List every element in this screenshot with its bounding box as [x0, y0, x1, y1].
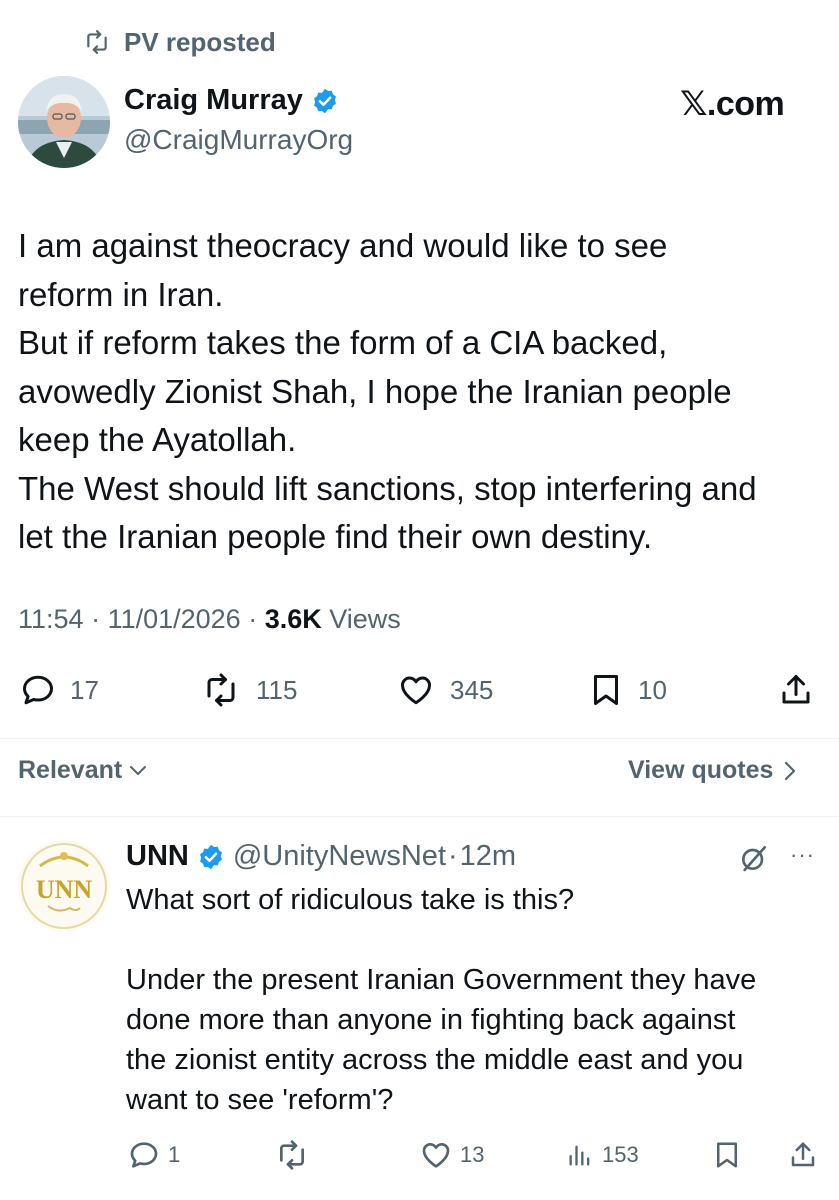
reply-author-name[interactable]: UNN: [126, 840, 189, 873]
meta-separator: ·: [83, 604, 108, 634]
reply-views-count: 153: [602, 1142, 639, 1167]
unn-logo-text: UNN: [36, 875, 93, 904]
reply-repost-button[interactable]: [274, 1138, 318, 1172]
share-icon: [778, 671, 814, 709]
meta-separator: ·: [240, 604, 265, 634]
reply-icon: [20, 672, 56, 708]
chevron-down-icon: [128, 764, 148, 778]
author-name[interactable]: Craig Murray: [124, 84, 303, 117]
divider: [0, 738, 839, 739]
tweet-line: reform in Iran.: [18, 275, 224, 313]
tweet-date[interactable]: 11/01/2026: [108, 604, 241, 634]
divider: [0, 816, 839, 817]
reply-line: the zionist entity across the middle eas…: [126, 1044, 744, 1076]
tweet-meta: 11:54 · 11/01/2026 · 3.6K Views: [18, 604, 401, 635]
more-options-button[interactable]: ···: [790, 842, 815, 868]
view-quotes-link[interactable]: View quotes: [628, 756, 797, 785]
tweet-line: The West should lift sanctions, stop int…: [18, 469, 757, 507]
reply-text: What sort of ridiculous take is this? Un…: [126, 880, 826, 1120]
reply-icon: [128, 1139, 160, 1171]
tweet-line: let the Iranian people find their own de…: [18, 518, 653, 555]
reply-dot: ·: [448, 840, 458, 872]
tweet-line: keep the Ayatollah.: [18, 421, 297, 458]
repost-count: 115: [256, 674, 298, 705]
reply-bookmark-button[interactable]: [712, 1138, 742, 1172]
repost-icon: [274, 1139, 310, 1171]
author-name-row: Craig Murray: [124, 84, 339, 117]
bookmark-button[interactable]: 10: [588, 670, 667, 710]
bookmark-count: 10: [638, 674, 667, 705]
verified-badge-icon: [311, 87, 339, 115]
reply-author-avatar[interactable]: UNN: [18, 840, 110, 932]
repost-button[interactable]: 115: [200, 670, 297, 710]
share-icon: [788, 1139, 818, 1171]
heart-icon: [396, 672, 436, 708]
repost-header[interactable]: PV reposted: [82, 26, 276, 58]
analytics-icon: [566, 1139, 594, 1171]
tweet-line: avowedly Zionist Shah, I hope the Irania…: [18, 372, 732, 410]
reply-share-button[interactable]: [788, 1138, 818, 1172]
author-avatar[interactable]: [18, 76, 110, 168]
chevron-right-icon: [783, 760, 797, 782]
tweet-time[interactable]: 11:54: [18, 604, 84, 634]
views-count: 3.6K: [264, 604, 322, 634]
reply-button[interactable]: 17: [20, 670, 99, 710]
bookmark-icon: [588, 671, 624, 709]
verified-badge-icon: [197, 843, 225, 871]
reply-reply-button[interactable]: 1: [128, 1138, 180, 1172]
views-label: Views: [321, 604, 401, 634]
grok-icon[interactable]: [738, 842, 770, 874]
sort-replies-dropdown[interactable]: Relevant: [18, 756, 148, 785]
share-button[interactable]: [778, 670, 814, 710]
reply-count: 17: [70, 674, 99, 705]
heart-icon: [420, 1139, 452, 1171]
tweet-line: I am against theocracy and would like to…: [18, 227, 668, 264]
like-button[interactable]: 345: [396, 670, 493, 710]
repost-icon: [200, 672, 242, 708]
reply-line: Under the present Iranian Government the…: [126, 964, 757, 996]
reply-time[interactable]: 12m: [460, 840, 516, 873]
sort-label: Relevant: [18, 756, 123, 784]
reply-line: done more than anyone in fighting back a…: [126, 1004, 736, 1036]
tweet-line: But if reform takes the form of a CIA ba…: [18, 324, 668, 361]
author-handle[interactable]: @CraigMurrayOrg: [124, 124, 353, 156]
reply-header: UNN @UnityNewsNet · 12m: [126, 840, 516, 873]
reply-views-button[interactable]: 153: [566, 1138, 639, 1172]
source-watermark: 𝕏.com: [680, 85, 785, 123]
like-count: 345: [450, 674, 494, 705]
reply-line: want to see 'reform'?: [126, 1084, 394, 1116]
reply-author-handle[interactable]: @UnityNewsNet: [233, 840, 446, 873]
repost-label: PV reposted: [124, 26, 276, 57]
reply-line: [126, 920, 826, 960]
tweet-text: I am against theocracy and would like to…: [18, 222, 828, 562]
bookmark-icon: [712, 1139, 742, 1171]
reply-like-button[interactable]: 13: [420, 1138, 484, 1172]
reply-line: What sort of ridiculous take is this?: [126, 884, 575, 916]
reply-reply-count: 1: [168, 1142, 181, 1167]
view-quotes-label: View quotes: [628, 756, 774, 784]
repost-icon: [82, 29, 112, 55]
reply-like-count: 13: [460, 1142, 485, 1167]
